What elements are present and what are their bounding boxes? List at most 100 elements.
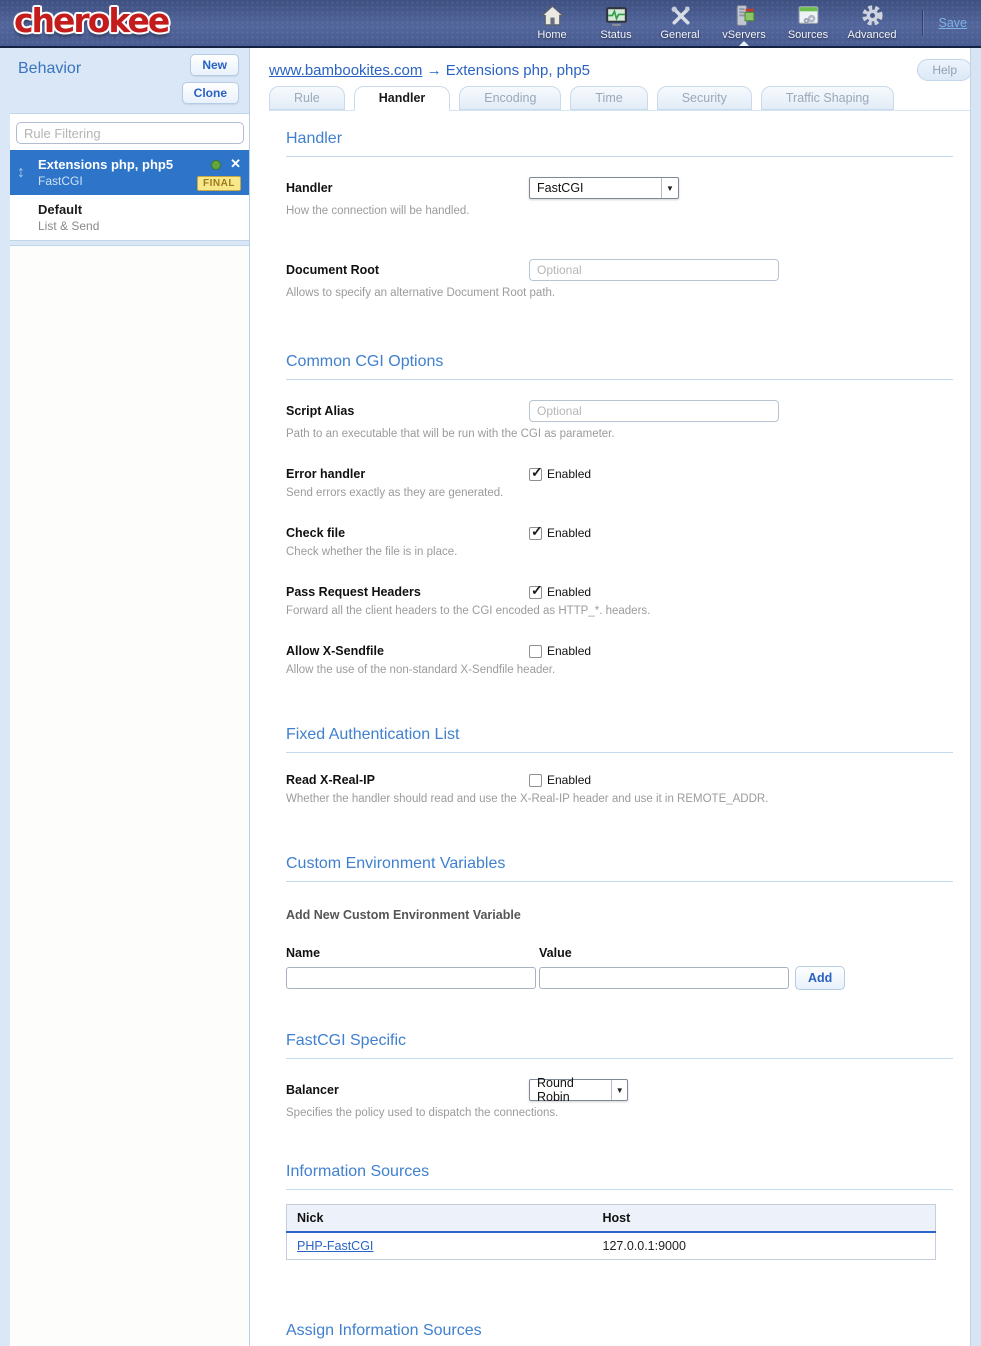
- move-handle-icon[interactable]: ↕: [17, 164, 25, 182]
- save-area: Save: [922, 10, 968, 36]
- nav-item-sources[interactable]: Sources: [776, 3, 840, 41]
- rule-title: Default: [38, 202, 241, 217]
- document-root-input[interactable]: [529, 259, 779, 281]
- enabled-text: Enabled: [547, 644, 591, 658]
- new-rule-button[interactable]: New: [190, 54, 239, 76]
- balancer-select[interactable]: Round Robin ▼: [529, 1079, 628, 1101]
- breadcrumb-arrow: →: [427, 62, 442, 79]
- balancer-caption: Specifies the policy used to dispatch th…: [286, 1107, 953, 1119]
- sidebar-title: Behavior: [18, 60, 81, 78]
- balancer-select-value: Round Robin: [537, 1076, 603, 1104]
- divider: [922, 10, 923, 36]
- env-value-input[interactable]: [539, 967, 789, 989]
- handler-select-value: FastCGI: [537, 181, 584, 195]
- page-title: Extensions php, php5: [446, 62, 590, 79]
- section-title-fixed-auth: Fixed Authentication List: [286, 726, 953, 753]
- allow-x-sendfile-caption: Allow the use of the non-standard X-Send…: [286, 664, 953, 676]
- nav-item-general[interactable]: General: [648, 3, 712, 41]
- close-icon[interactable]: ✕: [230, 156, 241, 172]
- source-link-php-fastcgi[interactable]: PHP-FastCGI: [297, 1239, 373, 1253]
- sidebar-empty-panel: [10, 245, 249, 1346]
- tab-bar: Rule Handler Encoding Time Security Traf…: [269, 86, 970, 111]
- nav-item-vservers[interactable]: vServers: [712, 3, 776, 41]
- top-bar: cherokee Home Status General: [0, 0, 981, 48]
- error-handler-label: Error handler: [286, 467, 529, 481]
- script-alias-input[interactable]: [529, 400, 779, 422]
- read-x-real-ip-checkbox[interactable]: ✓: [529, 774, 542, 787]
- nav-item-home[interactable]: Home: [520, 3, 584, 41]
- info-sources-table: Nick Host PHP-FastCGI 127.0.0.1:9000: [286, 1204, 936, 1260]
- check-file-checkbox[interactable]: ✓: [529, 527, 542, 540]
- table-row: PHP-FastCGI 127.0.0.1:9000: [287, 1232, 936, 1260]
- handler-select[interactable]: FastCGI ▼: [529, 177, 679, 199]
- allow-x-sendfile-checkbox[interactable]: ✓: [529, 645, 542, 658]
- env-value-label: Value: [539, 946, 572, 960]
- help-button[interactable]: Help: [917, 59, 972, 81]
- read-x-real-ip-caption: Whether the handler should read and use …: [286, 793, 953, 805]
- enabled-text: Enabled: [547, 526, 591, 540]
- rule-row-extensions-php[interactable]: ↕ Extensions php, php5 FastCGI ✕ FINAL: [10, 150, 249, 195]
- sidebar-header: Behavior New Clone: [0, 48, 249, 113]
- read-x-real-ip-label: Read X-Real-IP: [286, 773, 529, 787]
- nav-item-advanced[interactable]: Advanced: [840, 3, 904, 41]
- tab-security[interactable]: Security: [657, 86, 752, 110]
- rule-row-default[interactable]: Default List & Send: [10, 195, 249, 240]
- enabled-text: Enabled: [547, 585, 591, 599]
- advanced-icon: [840, 3, 904, 28]
- site-link[interactable]: www.bambookites.com: [269, 62, 422, 79]
- sources-icon: [776, 3, 840, 28]
- add-env-subtitle: Add New Custom Environment Variable: [286, 908, 953, 922]
- tab-encoding[interactable]: Encoding: [459, 86, 561, 110]
- pass-request-headers-label: Pass Request Headers: [286, 585, 529, 599]
- source-host: 127.0.0.1:9000: [593, 1232, 936, 1260]
- enabled-text: Enabled: [547, 773, 591, 787]
- section-title-assign-sources: Assign Information Sources: [286, 1322, 953, 1346]
- enabled-text: Enabled: [547, 467, 591, 481]
- balancer-label: Balancer: [286, 1083, 529, 1097]
- add-env-button[interactable]: Add: [795, 966, 845, 990]
- column-header-nick: Nick: [287, 1205, 593, 1233]
- section-title-custom-env: Custom Environment Variables: [286, 855, 953, 882]
- cherokee-logo: cherokee: [14, 1, 168, 40]
- clone-rule-button[interactable]: Clone: [182, 82, 239, 104]
- section-title-common-cgi: Common CGI Options: [286, 353, 953, 380]
- dropdown-arrow-icon: ▼: [611, 1080, 627, 1100]
- section-title-fastcgi: FastCGI Specific: [286, 1032, 953, 1059]
- error-handler-caption: Send errors exactly as they are generate…: [286, 487, 953, 499]
- general-icon: [648, 3, 712, 28]
- env-name-input[interactable]: [286, 967, 536, 989]
- tab-handler[interactable]: Handler: [354, 86, 451, 111]
- env-name-label: Name: [286, 946, 539, 960]
- allow-x-sendfile-label: Allow X-Sendfile: [286, 644, 529, 658]
- document-root-label: Document Root: [286, 263, 529, 277]
- column-header-host: Host: [593, 1205, 936, 1233]
- status-icon: [584, 3, 648, 28]
- cherokee-admin: cherokee Home Status General: [0, 0, 981, 1346]
- rule-subtitle: List & Send: [38, 219, 241, 233]
- check-icon: ✓: [531, 582, 543, 599]
- main-panel: www.bambookites.com → Extensions php, ph…: [251, 48, 970, 1346]
- status-dot: [211, 160, 221, 170]
- section-title-handler: Handler: [286, 130, 953, 157]
- tab-time[interactable]: Time: [570, 86, 647, 110]
- check-icon: ✓: [531, 523, 543, 540]
- main-nav: Home Status General: [520, 3, 904, 41]
- dropdown-arrow-icon: ▼: [661, 178, 678, 198]
- rule-filter-input[interactable]: [16, 122, 244, 144]
- error-handler-checkbox[interactable]: ✓: [529, 468, 542, 481]
- check-file-caption: Check whether the file is in place.: [286, 546, 953, 558]
- tab-rule[interactable]: Rule: [269, 86, 345, 110]
- section-title-info-sources: Information Sources: [286, 1163, 953, 1190]
- pass-request-headers-checkbox[interactable]: ✓: [529, 586, 542, 599]
- nav-item-status[interactable]: Status: [584, 3, 648, 41]
- final-badge: FINAL: [197, 176, 241, 191]
- handler-caption: How the connection will be handled.: [286, 205, 953, 217]
- sidebar: Behavior New Clone ↕ Extensions php, php…: [0, 48, 250, 1346]
- vservers-icon: [712, 3, 776, 28]
- breadcrumb: www.bambookites.com → Extensions php, ph…: [251, 48, 970, 79]
- tab-traffic-shaping[interactable]: Traffic Shaping: [761, 86, 894, 110]
- check-icon: ✓: [531, 464, 543, 481]
- home-icon: [520, 3, 584, 28]
- save-link[interactable]: Save: [939, 16, 968, 30]
- pass-request-headers-caption: Forward all the client headers to the CG…: [286, 605, 953, 617]
